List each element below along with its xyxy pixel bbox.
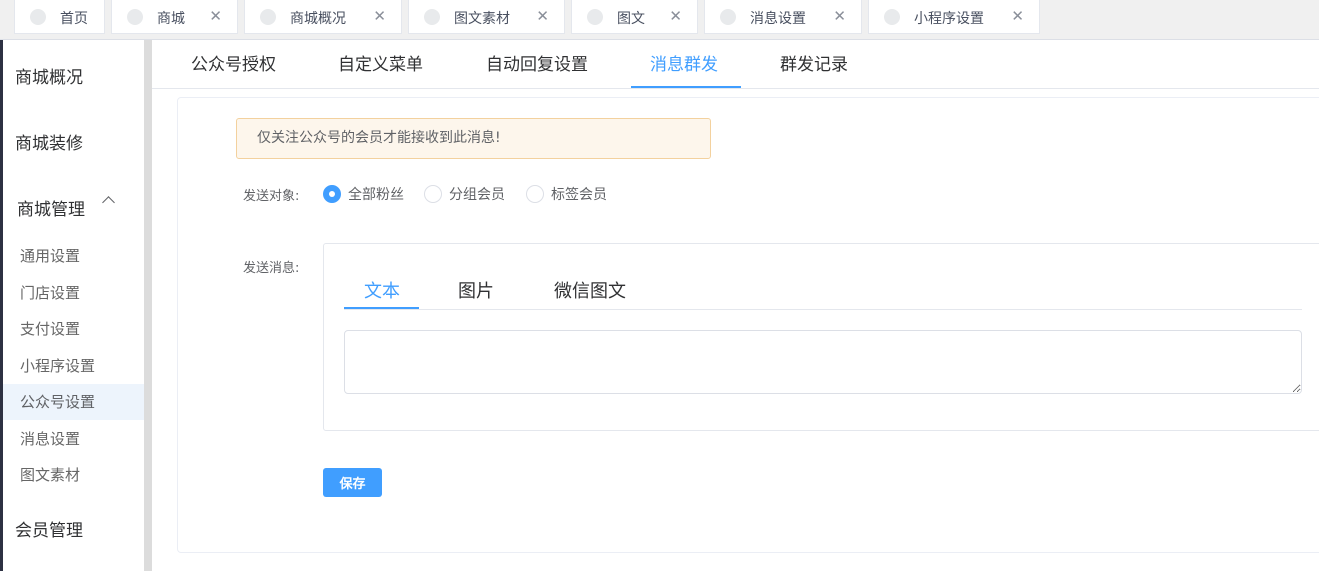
radio-label: 标签会员 [551, 187, 607, 203]
message-text-input[interactable] [344, 330, 1302, 394]
sidebar-group-mall-management[interactable]: 商城管理 [17, 195, 85, 220]
page-tab-image-text-material[interactable]: 图文素材 ✕ [408, 0, 565, 34]
radio-unchecked-icon [424, 185, 442, 203]
radio-label: 全部粉丝 [348, 187, 404, 203]
tab-auto-reply-settings[interactable]: 自动回复设置 [486, 50, 588, 75]
close-icon[interactable]: ✕ [536, 7, 549, 25]
close-icon[interactable]: ✕ [669, 7, 682, 25]
close-icon[interactable]: ✕ [1011, 7, 1024, 25]
sidebar-item-store-settings[interactable]: 门店设置 [3, 275, 147, 311]
close-icon[interactable]: ✕ [209, 7, 222, 25]
active-tab-indicator [631, 86, 741, 88]
tab-status-dot-icon [720, 9, 736, 25]
sidebar-item-official-account-settings[interactable]: 公众号设置 [3, 384, 147, 420]
page-tab-mall-overview[interactable]: 商城概况 ✕ [244, 0, 402, 34]
close-icon[interactable]: ✕ [373, 7, 386, 25]
tab-mass-message[interactable]: 消息群发 [650, 50, 718, 75]
sidebar-group-mall-overview[interactable]: 商城概况 [15, 63, 83, 88]
page-tab-label: 消息设置 [750, 11, 806, 27]
sidebar-item-message-settings[interactable]: 消息设置 [3, 421, 147, 457]
page-tab-label: 商城概况 [290, 11, 346, 27]
page-tab-mall[interactable]: 商城 ✕ [111, 0, 238, 34]
radio-checked-icon [323, 185, 341, 203]
page-tab-label: 图文素材 [454, 11, 510, 27]
sidebar-item-payment-settings[interactable]: 支付设置 [3, 311, 147, 347]
page-tab-label: 商城 [157, 11, 185, 27]
radio-tag-members[interactable]: 标签会员 [526, 184, 607, 204]
page-tab-image-text[interactable]: 图文 ✕ [571, 0, 698, 34]
send-message-label: 发送消息: [243, 261, 300, 276]
tab-status-dot-icon [884, 9, 900, 25]
radio-label: 分组会员 [449, 187, 505, 203]
sidebar-item-general-settings[interactable]: 通用设置 [3, 238, 147, 274]
tab-status-dot-icon [30, 9, 46, 25]
save-button[interactable]: 保存 [323, 468, 382, 497]
page-tab-message-settings[interactable]: 消息设置 ✕ [704, 0, 862, 34]
sidebar-scrollbar[interactable] [144, 40, 152, 571]
sidebar-group-mall-decoration[interactable]: 商城装修 [15, 129, 83, 154]
page-tab-label: 图文 [617, 11, 645, 27]
official-account-tabs: 公众号授权 自定义菜单 自动回复设置 消息群发 群发记录 [152, 40, 1319, 89]
radio-unchecked-icon [526, 185, 544, 203]
sidebar-item-image-text-material[interactable]: 图文素材 [3, 457, 147, 493]
close-icon[interactable]: ✕ [833, 7, 846, 25]
notice-alert: 仅关注公众号的会员才能接收到此消息! [236, 118, 711, 159]
sidebar: 商城概况 商城装修 商城管理 通用设置 门店设置 支付设置 小程序设置 公众号设… [0, 40, 152, 571]
tab-status-dot-icon [127, 9, 143, 25]
page-tab-label: 小程序设置 [914, 11, 984, 27]
page-tab-bar: 首页 商城 ✕ 商城概况 ✕ 图文素材 ✕ 图文 ✕ 消息设置 ✕ 小程序设置 … [0, 0, 1319, 40]
sidebar-item-miniprogram-settings[interactable]: 小程序设置 [3, 348, 147, 384]
tab-image[interactable]: 图片 [458, 277, 494, 303]
page-tab-home[interactable]: 首页 [14, 0, 105, 34]
sidebar-group-member-management[interactable]: 会员管理 [15, 516, 83, 541]
tab-custom-menu[interactable]: 自定义菜单 [338, 50, 423, 75]
tab-official-account-auth[interactable]: 公众号授权 [191, 50, 276, 75]
tab-wechat-article[interactable]: 微信图文 [554, 277, 626, 303]
page-tab-label: 首页 [60, 11, 88, 27]
tab-text[interactable]: 文本 [364, 277, 400, 303]
active-tab-indicator [344, 307, 419, 309]
radio-group-members[interactable]: 分组会员 [424, 184, 505, 204]
tab-status-dot-icon [587, 9, 603, 25]
send-target-label: 发送对象: [243, 189, 300, 204]
tab-divider [344, 309, 1302, 310]
radio-all-fans[interactable]: 全部粉丝 [323, 184, 404, 204]
tab-status-dot-icon [260, 9, 276, 25]
tab-mass-message-records[interactable]: 群发记录 [780, 50, 848, 75]
page-tab-miniprogram-settings[interactable]: 小程序设置 ✕ [868, 0, 1040, 34]
tab-status-dot-icon [424, 9, 440, 25]
